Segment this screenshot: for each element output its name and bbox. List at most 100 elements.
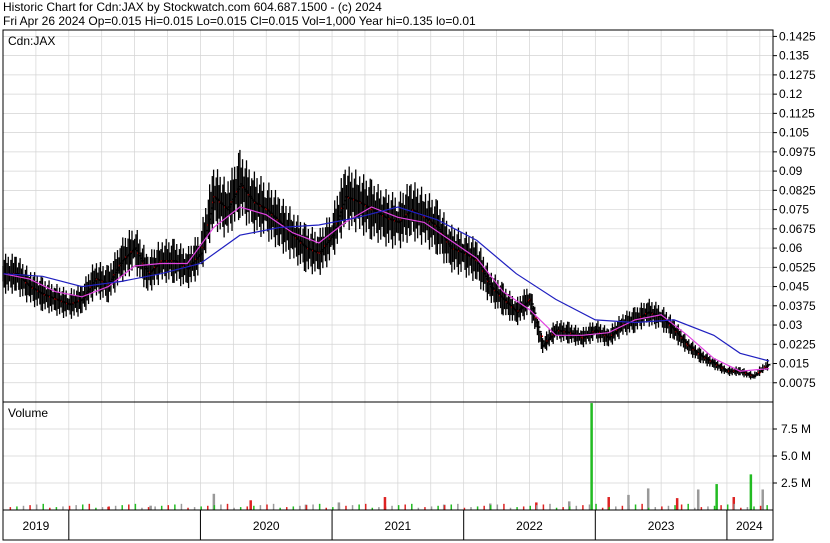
volume-bar-small — [226, 503, 229, 510]
volume-bar-small — [430, 506, 433, 510]
year-label: 2020 — [253, 519, 280, 533]
volume-bar-small — [174, 504, 176, 510]
volume-bar-small — [134, 503, 137, 510]
volume-bar-small — [726, 504, 729, 510]
volume-axis: 7.5 M 5.0 M 2.5 M — [773, 422, 811, 490]
volume-bar — [646, 488, 650, 510]
volume-bar-small — [121, 505, 123, 510]
volume-bar-small — [29, 505, 31, 510]
volume-bar-small — [128, 504, 130, 510]
price-tick-label: 0.0225 — [779, 337, 816, 351]
volume-bar-small — [476, 506, 479, 510]
volume-bar — [249, 500, 252, 510]
volume-bar-small — [22, 505, 25, 510]
volume-bar-small — [292, 506, 295, 510]
volume-bar-small — [358, 504, 360, 510]
volume-bar-small — [220, 504, 222, 510]
volume-bar — [749, 474, 753, 510]
volume-bar-small — [364, 503, 367, 510]
volume-bar-small — [16, 506, 18, 510]
volume-bar — [675, 498, 679, 510]
volume-bar-small — [575, 505, 578, 510]
year-label: 2023 — [648, 519, 675, 533]
volume-bar-small — [108, 506, 110, 510]
volume-bar-small — [114, 505, 117, 510]
volume-bar-small — [397, 505, 400, 510]
volume-bar-small — [160, 505, 163, 510]
price-tick-label: 0.03 — [779, 318, 803, 332]
price-bars — [2, 149, 771, 380]
volume-bar-small — [536, 505, 538, 510]
volume-bar-small — [496, 504, 499, 510]
price-tick-label: 0.0375 — [779, 299, 816, 313]
price-axis: 0.1425 0.135 0.1275 0.12 0.1125 0.105 0.0975 0.… — [773, 29, 816, 390]
volume-bar-small — [272, 503, 275, 510]
volume-label: Volume — [8, 406, 48, 420]
volume-bar-small — [483, 505, 485, 510]
volume-bar — [590, 403, 593, 510]
volume-bar-small — [318, 503, 321, 510]
year-label: 2021 — [385, 519, 412, 533]
volume-bar-small — [641, 503, 643, 510]
volume-bar-small — [68, 505, 71, 510]
price-tick-label: 0.135 — [779, 49, 809, 63]
volume-bar-small — [522, 506, 525, 510]
volume-bar-small — [437, 505, 439, 510]
volume-bar-small — [634, 504, 637, 510]
volume-bar-small — [766, 505, 768, 510]
stock-chart: 0.1425 0.135 0.1275 0.12 0.1125 0.105 0.0975 0.… — [2, 29, 816, 541]
volume-bar-small — [450, 504, 453, 510]
price-tick-label: 0.0825 — [779, 183, 816, 197]
volume-bar-small — [720, 505, 722, 510]
volume-bar-small — [680, 504, 683, 510]
volume-bar-small — [588, 504, 591, 510]
volume-bar-small — [615, 506, 617, 510]
volume-bar-small — [628, 505, 630, 510]
volume-bar-small — [759, 505, 762, 510]
volume-bar-small — [733, 503, 736, 510]
volume-bar-small — [490, 505, 492, 510]
volume-bar-small — [338, 506, 341, 510]
volume-bar-small — [568, 506, 571, 510]
year-label: 2022 — [516, 519, 543, 533]
price-panel-frame — [2, 29, 774, 403]
volume-bar-small — [167, 505, 170, 510]
volume-bar-small — [253, 505, 255, 510]
volume-bar-small — [443, 505, 446, 510]
volume-bar-small — [345, 505, 347, 510]
price-tick-label: 0.1275 — [779, 68, 816, 82]
volume-bar-small — [595, 503, 597, 510]
volume-tick-label: 7.5 M — [781, 422, 811, 436]
year-axis: 2019 2020 2021 2022 2023 2024 — [23, 510, 763, 540]
volume-bar-small — [661, 506, 663, 510]
symbol-label: Cdn:JAX — [8, 34, 55, 48]
volume-bar-small — [404, 504, 406, 510]
price-tick-label: 0.0075 — [779, 376, 816, 390]
price-tick-label: 0.12 — [779, 87, 803, 101]
price-grid — [3, 30, 773, 402]
volume-bar-small — [180, 503, 183, 510]
volume-bar-small — [674, 505, 676, 510]
volume-bar-small — [351, 505, 354, 510]
volume-bar-small — [391, 505, 393, 510]
volume-tick-label: 2.5 M — [781, 476, 811, 490]
price-tick-label: 0.09 — [779, 164, 803, 178]
year-label: 2019 — [23, 519, 50, 533]
volume-bar-small — [687, 503, 689, 510]
volume-bar-small — [713, 505, 716, 510]
volume-bar-small — [549, 503, 551, 510]
volume-bar-small — [621, 505, 624, 510]
volume-bar-small — [266, 504, 268, 510]
volume-bar-small — [312, 504, 314, 510]
volume-bar-small — [42, 503, 44, 510]
year-label: 2024 — [736, 519, 763, 533]
volume-bar-small — [259, 505, 262, 510]
price-tick-label: 0.0525 — [779, 260, 816, 274]
volume-bar — [696, 489, 700, 510]
price-tick-label: 0.1425 — [779, 29, 816, 43]
volume-bar-small — [62, 506, 64, 510]
volume-bar-small — [213, 505, 216, 510]
price-tick-label: 0.075 — [779, 203, 809, 217]
volume-bar-small — [75, 505, 77, 510]
volume-bar-small — [411, 503, 413, 510]
